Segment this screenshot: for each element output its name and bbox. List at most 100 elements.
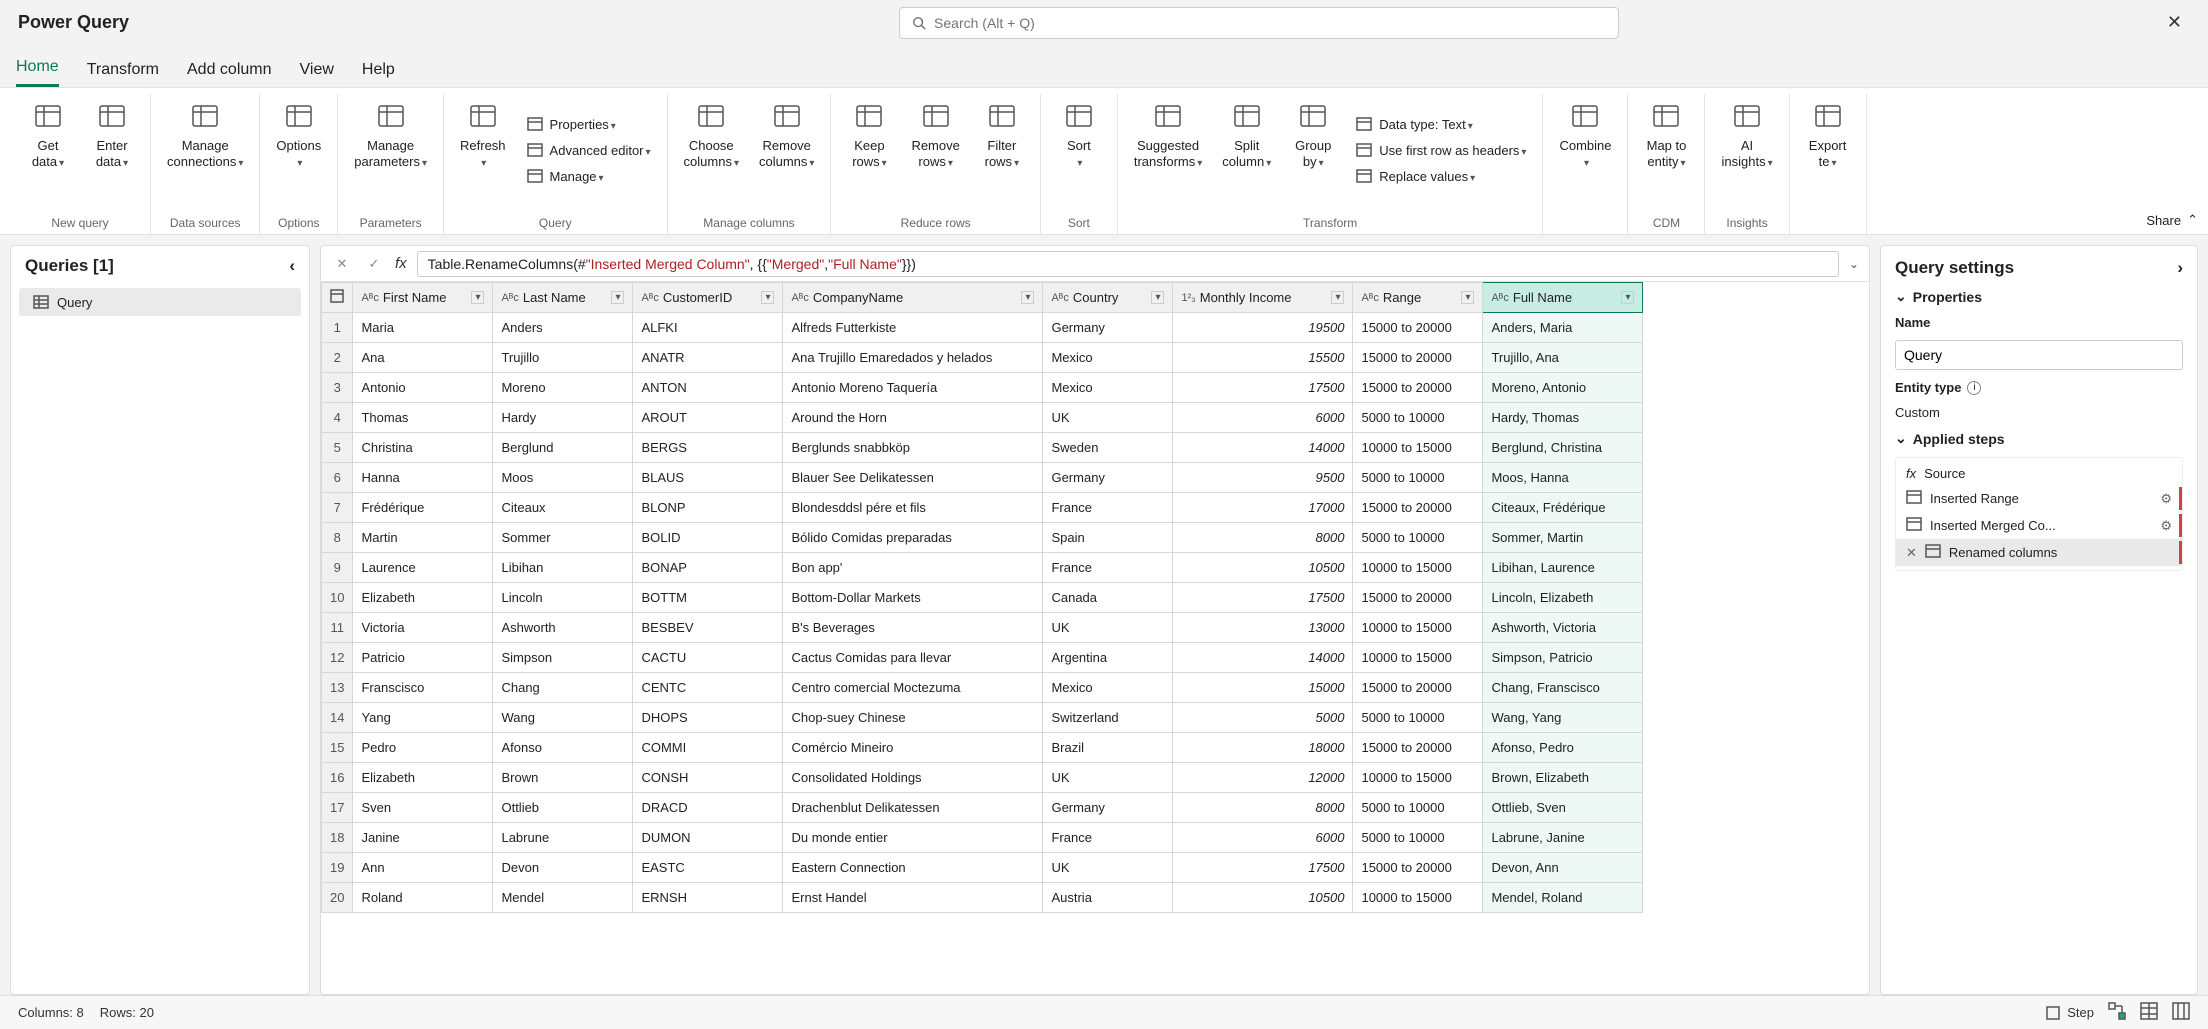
ribbon-map-to-entity[interactable]: Map toentity xyxy=(1638,94,1694,206)
cell[interactable]: 10000 to 15000 xyxy=(1353,643,1483,673)
info-icon[interactable]: i xyxy=(1967,381,1981,395)
cell[interactable]: Sommer xyxy=(493,523,633,553)
cell[interactable]: Berglunds snabbköp xyxy=(783,433,1043,463)
column-header-range[interactable]: AᴮcRange▾ xyxy=(1353,283,1483,313)
filter-icon[interactable]: ▾ xyxy=(471,291,484,304)
cell[interactable]: 5000 to 10000 xyxy=(1353,403,1483,433)
cell[interactable]: Libihan, Laurence xyxy=(1483,553,1643,583)
query-item[interactable]: Query xyxy=(19,288,301,316)
formula-input[interactable]: Table.RenameColumns(#"Inserted Merged Co… xyxy=(417,251,1839,277)
cell[interactable]: 5000 xyxy=(1173,703,1353,733)
ribbon-remove-rows[interactable]: Removerows xyxy=(905,94,965,206)
ribbon-sort[interactable]: Sort xyxy=(1051,94,1107,206)
step-button[interactable]: Step xyxy=(2045,1005,2094,1021)
cell[interactable]: 15000 to 20000 xyxy=(1353,673,1483,703)
expand-settings-icon[interactable]: › xyxy=(2177,258,2183,278)
accept-formula-icon[interactable]: ✓ xyxy=(363,253,385,275)
column-header-last-name[interactable]: AᴮcLast Name▾ xyxy=(493,283,633,313)
cell[interactable]: Comércio Mineiro xyxy=(783,733,1043,763)
cell[interactable]: DRACD xyxy=(633,793,783,823)
ribbon-properties[interactable]: Properties xyxy=(520,113,657,135)
cell[interactable]: EASTC xyxy=(633,853,783,883)
cell[interactable]: Bólido Comidas preparadas xyxy=(783,523,1043,553)
ribbon-keep-rows[interactable]: Keeprows xyxy=(841,94,897,206)
cell[interactable]: 6000 xyxy=(1173,403,1353,433)
data-table[interactable]: AᴮcFirst Name▾AᴮcLast Name▾AᴮcCustomerID… xyxy=(321,282,1643,913)
cell[interactable]: Ashworth xyxy=(493,613,633,643)
table-row[interactable]: 17SvenOttliebDRACDDrachenblut Delikatess… xyxy=(322,793,1643,823)
table-row[interactable]: 8MartinSommerBOLIDBólido Comidas prepara… xyxy=(322,523,1643,553)
cell[interactable]: 5000 to 10000 xyxy=(1353,463,1483,493)
row-number[interactable]: 11 xyxy=(322,613,353,643)
cell[interactable]: Berglund xyxy=(493,433,633,463)
cell[interactable]: Mexico xyxy=(1043,673,1173,703)
cell[interactable]: 10000 to 15000 xyxy=(1353,883,1483,913)
cell[interactable]: Elizabeth xyxy=(353,763,493,793)
cell[interactable]: 14000 xyxy=(1173,433,1353,463)
ribbon-manage[interactable]: Manage xyxy=(520,165,657,187)
gear-icon[interactable]: ⚙ xyxy=(2160,518,2172,534)
cell[interactable]: 19500 xyxy=(1173,313,1353,343)
cell[interactable]: Roland xyxy=(353,883,493,913)
filter-icon[interactable]: ▾ xyxy=(1461,291,1474,304)
filter-icon[interactable]: ▾ xyxy=(1621,291,1634,304)
cell[interactable]: Patricio xyxy=(353,643,493,673)
cell[interactable]: 15000 to 20000 xyxy=(1353,373,1483,403)
ribbon-enter-data[interactable]: Enterdata xyxy=(84,94,140,206)
split-view-icon[interactable] xyxy=(2172,1002,2190,1023)
ribbon-choose-columns[interactable]: Choosecolumns xyxy=(678,94,745,206)
ribbon-export-te[interactable]: Exportte xyxy=(1800,94,1856,206)
cell[interactable]: 10000 to 15000 xyxy=(1353,763,1483,793)
expand-formula-icon[interactable]: ⌄ xyxy=(1849,257,1859,271)
filter-icon[interactable]: ▾ xyxy=(1331,291,1344,304)
cell[interactable]: UK xyxy=(1043,613,1173,643)
table-row[interactable]: 2AnaTrujilloANATRAna Trujillo Emaredados… xyxy=(322,343,1643,373)
cell[interactable]: Afonso, Pedro xyxy=(1483,733,1643,763)
tab-view[interactable]: View xyxy=(300,61,334,87)
cancel-formula-icon[interactable]: ✕ xyxy=(331,253,353,275)
row-number[interactable]: 10 xyxy=(322,583,353,613)
row-number[interactable]: 15 xyxy=(322,733,353,763)
cell[interactable]: 14000 xyxy=(1173,643,1353,673)
column-header-country[interactable]: AᴮcCountry▾ xyxy=(1043,283,1173,313)
cell[interactable]: 15000 to 20000 xyxy=(1353,583,1483,613)
cell[interactable]: 15500 xyxy=(1173,343,1353,373)
cell[interactable]: Germany xyxy=(1043,463,1173,493)
cell[interactable]: Germany xyxy=(1043,793,1173,823)
ribbon-ai-insights[interactable]: AIinsights xyxy=(1715,94,1778,206)
cell[interactable]: Moreno xyxy=(493,373,633,403)
cell[interactable]: 8000 xyxy=(1173,793,1353,823)
ribbon-manage-parameters[interactable]: Manageparameters xyxy=(348,94,433,206)
table-row[interactable]: 19AnnDevonEASTCEastern ConnectionUK17500… xyxy=(322,853,1643,883)
ribbon-remove-columns[interactable]: Removecolumns xyxy=(753,94,820,206)
cell[interactable]: Labrune xyxy=(493,823,633,853)
cell[interactable]: 15000 to 20000 xyxy=(1353,853,1483,883)
cell[interactable]: Anders, Maria xyxy=(1483,313,1643,343)
row-number[interactable]: 13 xyxy=(322,673,353,703)
cell[interactable]: Libihan xyxy=(493,553,633,583)
filter-icon[interactable]: ▾ xyxy=(611,291,624,304)
column-header-full-name[interactable]: AᴮcFull Name▾ xyxy=(1483,283,1643,313)
table-row[interactable]: 9LaurenceLibihanBONAPBon app'France10500… xyxy=(322,553,1643,583)
applied-step[interactable]: ✕Renamed columns xyxy=(1896,539,2182,566)
cell[interactable]: ANTON xyxy=(633,373,783,403)
cell[interactable]: Mexico xyxy=(1043,373,1173,403)
share-button[interactable]: Share⌃ xyxy=(2146,94,2198,234)
cell[interactable]: Chang xyxy=(493,673,633,703)
cell[interactable]: Lincoln, Elizabeth xyxy=(1483,583,1643,613)
cell[interactable]: UK xyxy=(1043,763,1173,793)
cell[interactable]: Berglund, Christina xyxy=(1483,433,1643,463)
cell[interactable]: Hanna xyxy=(353,463,493,493)
table-row[interactable]: 11VictoriaAshworthBESBEVB's BeveragesUK1… xyxy=(322,613,1643,643)
tab-help[interactable]: Help xyxy=(362,61,395,87)
cell[interactable]: Martin xyxy=(353,523,493,553)
cell[interactable]: B's Beverages xyxy=(783,613,1043,643)
ribbon-group-by[interactable]: Groupby xyxy=(1285,94,1341,206)
row-number[interactable]: 18 xyxy=(322,823,353,853)
ribbon-get-data[interactable]: Getdata xyxy=(20,94,76,206)
cell[interactable]: Consolidated Holdings xyxy=(783,763,1043,793)
diagram-view-icon[interactable] xyxy=(2108,1002,2126,1023)
cell[interactable]: Ana xyxy=(353,343,493,373)
cell[interactable]: Ann xyxy=(353,853,493,883)
row-number[interactable]: 20 xyxy=(322,883,353,913)
